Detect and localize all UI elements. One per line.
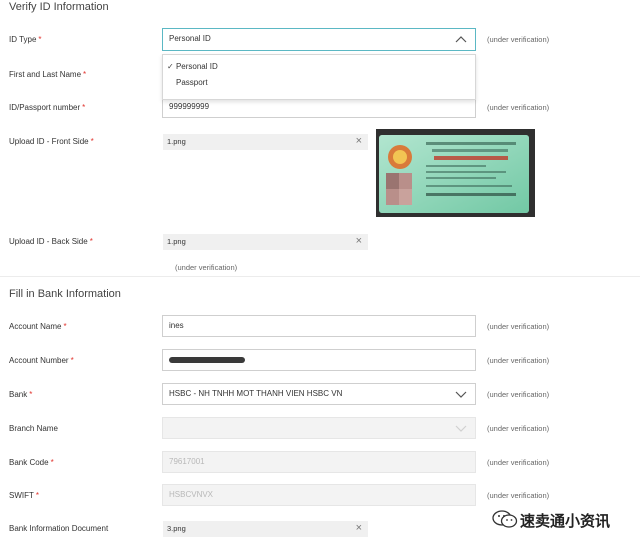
chevron-down-icon bbox=[455, 423, 467, 433]
id-type-status: (under verification) bbox=[487, 35, 550, 44]
swift-status: (under verification) bbox=[487, 491, 550, 500]
id-type-select[interactable]: Personal ID bbox=[162, 28, 476, 51]
wechat-logo-icon bbox=[492, 509, 518, 529]
bank-section-title: Fill in Bank Information bbox=[9, 288, 121, 300]
chevron-up-icon bbox=[455, 34, 467, 44]
remove-file-icon[interactable]: × bbox=[356, 134, 362, 149]
branch-name-label: Branch Name bbox=[9, 424, 58, 433]
required-mark: * bbox=[90, 137, 94, 146]
required-mark: * bbox=[50, 458, 54, 467]
account-name-input[interactable]: ines bbox=[162, 315, 476, 337]
upload-back-label: Upload ID - Back Side * bbox=[9, 237, 93, 246]
bank-document-label: Bank Information Document bbox=[9, 524, 109, 533]
swift-label: SWIFT * bbox=[9, 491, 40, 500]
id-number-status: (under verification) bbox=[487, 103, 550, 112]
bank-status: (under verification) bbox=[487, 390, 550, 399]
id-card-preview-image bbox=[376, 129, 535, 217]
name-label: First and Last Name * bbox=[9, 70, 87, 79]
required-mark: * bbox=[35, 491, 40, 500]
bank-code-label: Bank Code * bbox=[9, 458, 54, 467]
watermark-text: 速卖通小资讯 bbox=[520, 512, 611, 530]
swift-input[interactable]: HSBCVNVX bbox=[162, 484, 476, 506]
required-mark: * bbox=[63, 322, 67, 331]
option-passport[interactable]: Passport bbox=[163, 75, 475, 91]
bank-code-input[interactable]: 79617001 bbox=[162, 451, 476, 473]
required-mark: * bbox=[38, 35, 42, 44]
file-name: 1.png bbox=[167, 237, 186, 246]
upload-back-status: (under verification) bbox=[175, 263, 238, 272]
remove-file-icon[interactable]: × bbox=[356, 521, 362, 536]
required-mark: * bbox=[70, 356, 74, 365]
watermark: 速卖通小资讯 bbox=[490, 508, 636, 532]
section-divider bbox=[0, 276, 640, 277]
verify-section-title: Verify ID Information bbox=[9, 1, 109, 13]
bank-code-status: (under verification) bbox=[487, 458, 550, 467]
required-mark: * bbox=[82, 103, 86, 112]
branch-name-status: (under verification) bbox=[487, 424, 550, 433]
bank-select[interactable]: HSBC - NH TNHH MOT THANH VIEN HSBC VN bbox=[162, 383, 476, 405]
bank-label: Bank * bbox=[9, 390, 33, 399]
account-number-label: Account Number * bbox=[9, 356, 74, 365]
id-type-label: ID Type * bbox=[9, 35, 42, 44]
file-name: 1.png bbox=[167, 137, 186, 146]
chevron-down-icon bbox=[455, 389, 467, 399]
redacted-account-number bbox=[169, 357, 245, 363]
upload-front-label: Upload ID - Front Side * bbox=[9, 137, 94, 146]
required-mark: * bbox=[83, 70, 87, 79]
id-type-value: Personal ID bbox=[169, 34, 211, 43]
account-number-status: (under verification) bbox=[487, 356, 550, 365]
bank-document-file[interactable]: 3.png × bbox=[163, 521, 368, 537]
account-number-input[interactable] bbox=[162, 349, 476, 371]
check-icon: ✓ bbox=[167, 62, 174, 71]
branch-name-select[interactable] bbox=[162, 417, 476, 439]
upload-back-file[interactable]: 1.png × bbox=[163, 234, 368, 250]
account-name-status: (under verification) bbox=[487, 322, 550, 331]
required-mark: * bbox=[29, 390, 33, 399]
upload-front-file[interactable]: 1.png × bbox=[163, 134, 368, 150]
remove-file-icon[interactable]: × bbox=[356, 234, 362, 249]
file-name: 3.png bbox=[167, 524, 186, 533]
account-name-label: Account Name * bbox=[9, 322, 67, 331]
required-mark: * bbox=[89, 237, 93, 246]
id-number-label: ID/Passport number * bbox=[9, 103, 86, 112]
option-personal-id[interactable]: ✓ Personal ID bbox=[163, 59, 475, 75]
bank-value: HSBC - NH TNHH MOT THANH VIEN HSBC VN bbox=[169, 389, 343, 398]
id-type-dropdown: ✓ Personal ID Passport bbox=[162, 54, 476, 100]
